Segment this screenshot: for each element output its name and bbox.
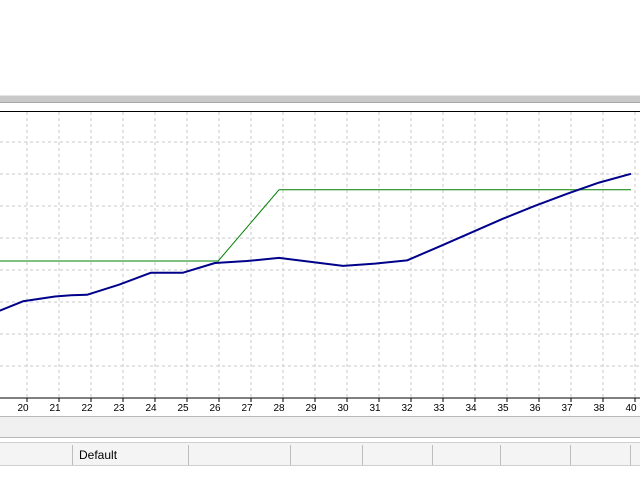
status-cell-profile: Default xyxy=(72,445,188,465)
x-tick-label: 31 xyxy=(369,403,381,414)
status-cell xyxy=(432,445,500,465)
x-tick-label: 30 xyxy=(337,403,349,414)
x-tick-label: 27 xyxy=(241,403,253,414)
x-tick-label: 25 xyxy=(177,403,189,414)
x-tick-label: 24 xyxy=(145,403,157,414)
line-chart: 20 21 22 23 24 25 26 27 28 29 30 31 32 33 34 35 36 37 38 40 xyxy=(0,112,640,414)
chart-area: 20 21 22 23 24 25 26 27 28 29 30 31 32 33 34 35 36 37 38 40 xyxy=(0,111,640,414)
x-tick-label: 29 xyxy=(305,403,317,414)
x-tick-label: 33 xyxy=(433,403,445,414)
x-tick-label: 35 xyxy=(497,403,509,414)
x-tick-label: 38 xyxy=(593,403,605,414)
x-tick-label: 36 xyxy=(529,403,541,414)
status-cell xyxy=(290,445,362,465)
status-cell xyxy=(500,445,570,465)
status-cell xyxy=(188,445,290,465)
x-tick-label: 21 xyxy=(49,403,61,414)
status-cell xyxy=(570,445,630,465)
status-cell xyxy=(0,445,72,465)
pane-splitter[interactable] xyxy=(0,95,640,103)
status-bar: Default xyxy=(0,442,640,466)
x-tick-label: 20 xyxy=(17,403,29,414)
x-tick-label: 23 xyxy=(113,403,125,414)
status-cell xyxy=(362,445,432,465)
x-tick-label: 37 xyxy=(561,403,573,414)
x-tick-label: 26 xyxy=(209,403,221,414)
x-tick-label: 28 xyxy=(273,403,285,414)
top-empty-area xyxy=(0,0,640,95)
status-cell xyxy=(630,445,640,465)
horizontal-scrollbar[interactable] xyxy=(0,416,640,438)
bottom-empty-area xyxy=(0,466,640,480)
x-tick-label: 34 xyxy=(465,403,477,414)
x-tick-label: 40 xyxy=(625,403,637,414)
x-tick-label: 22 xyxy=(81,403,93,414)
x-tick-label: 32 xyxy=(401,403,413,414)
